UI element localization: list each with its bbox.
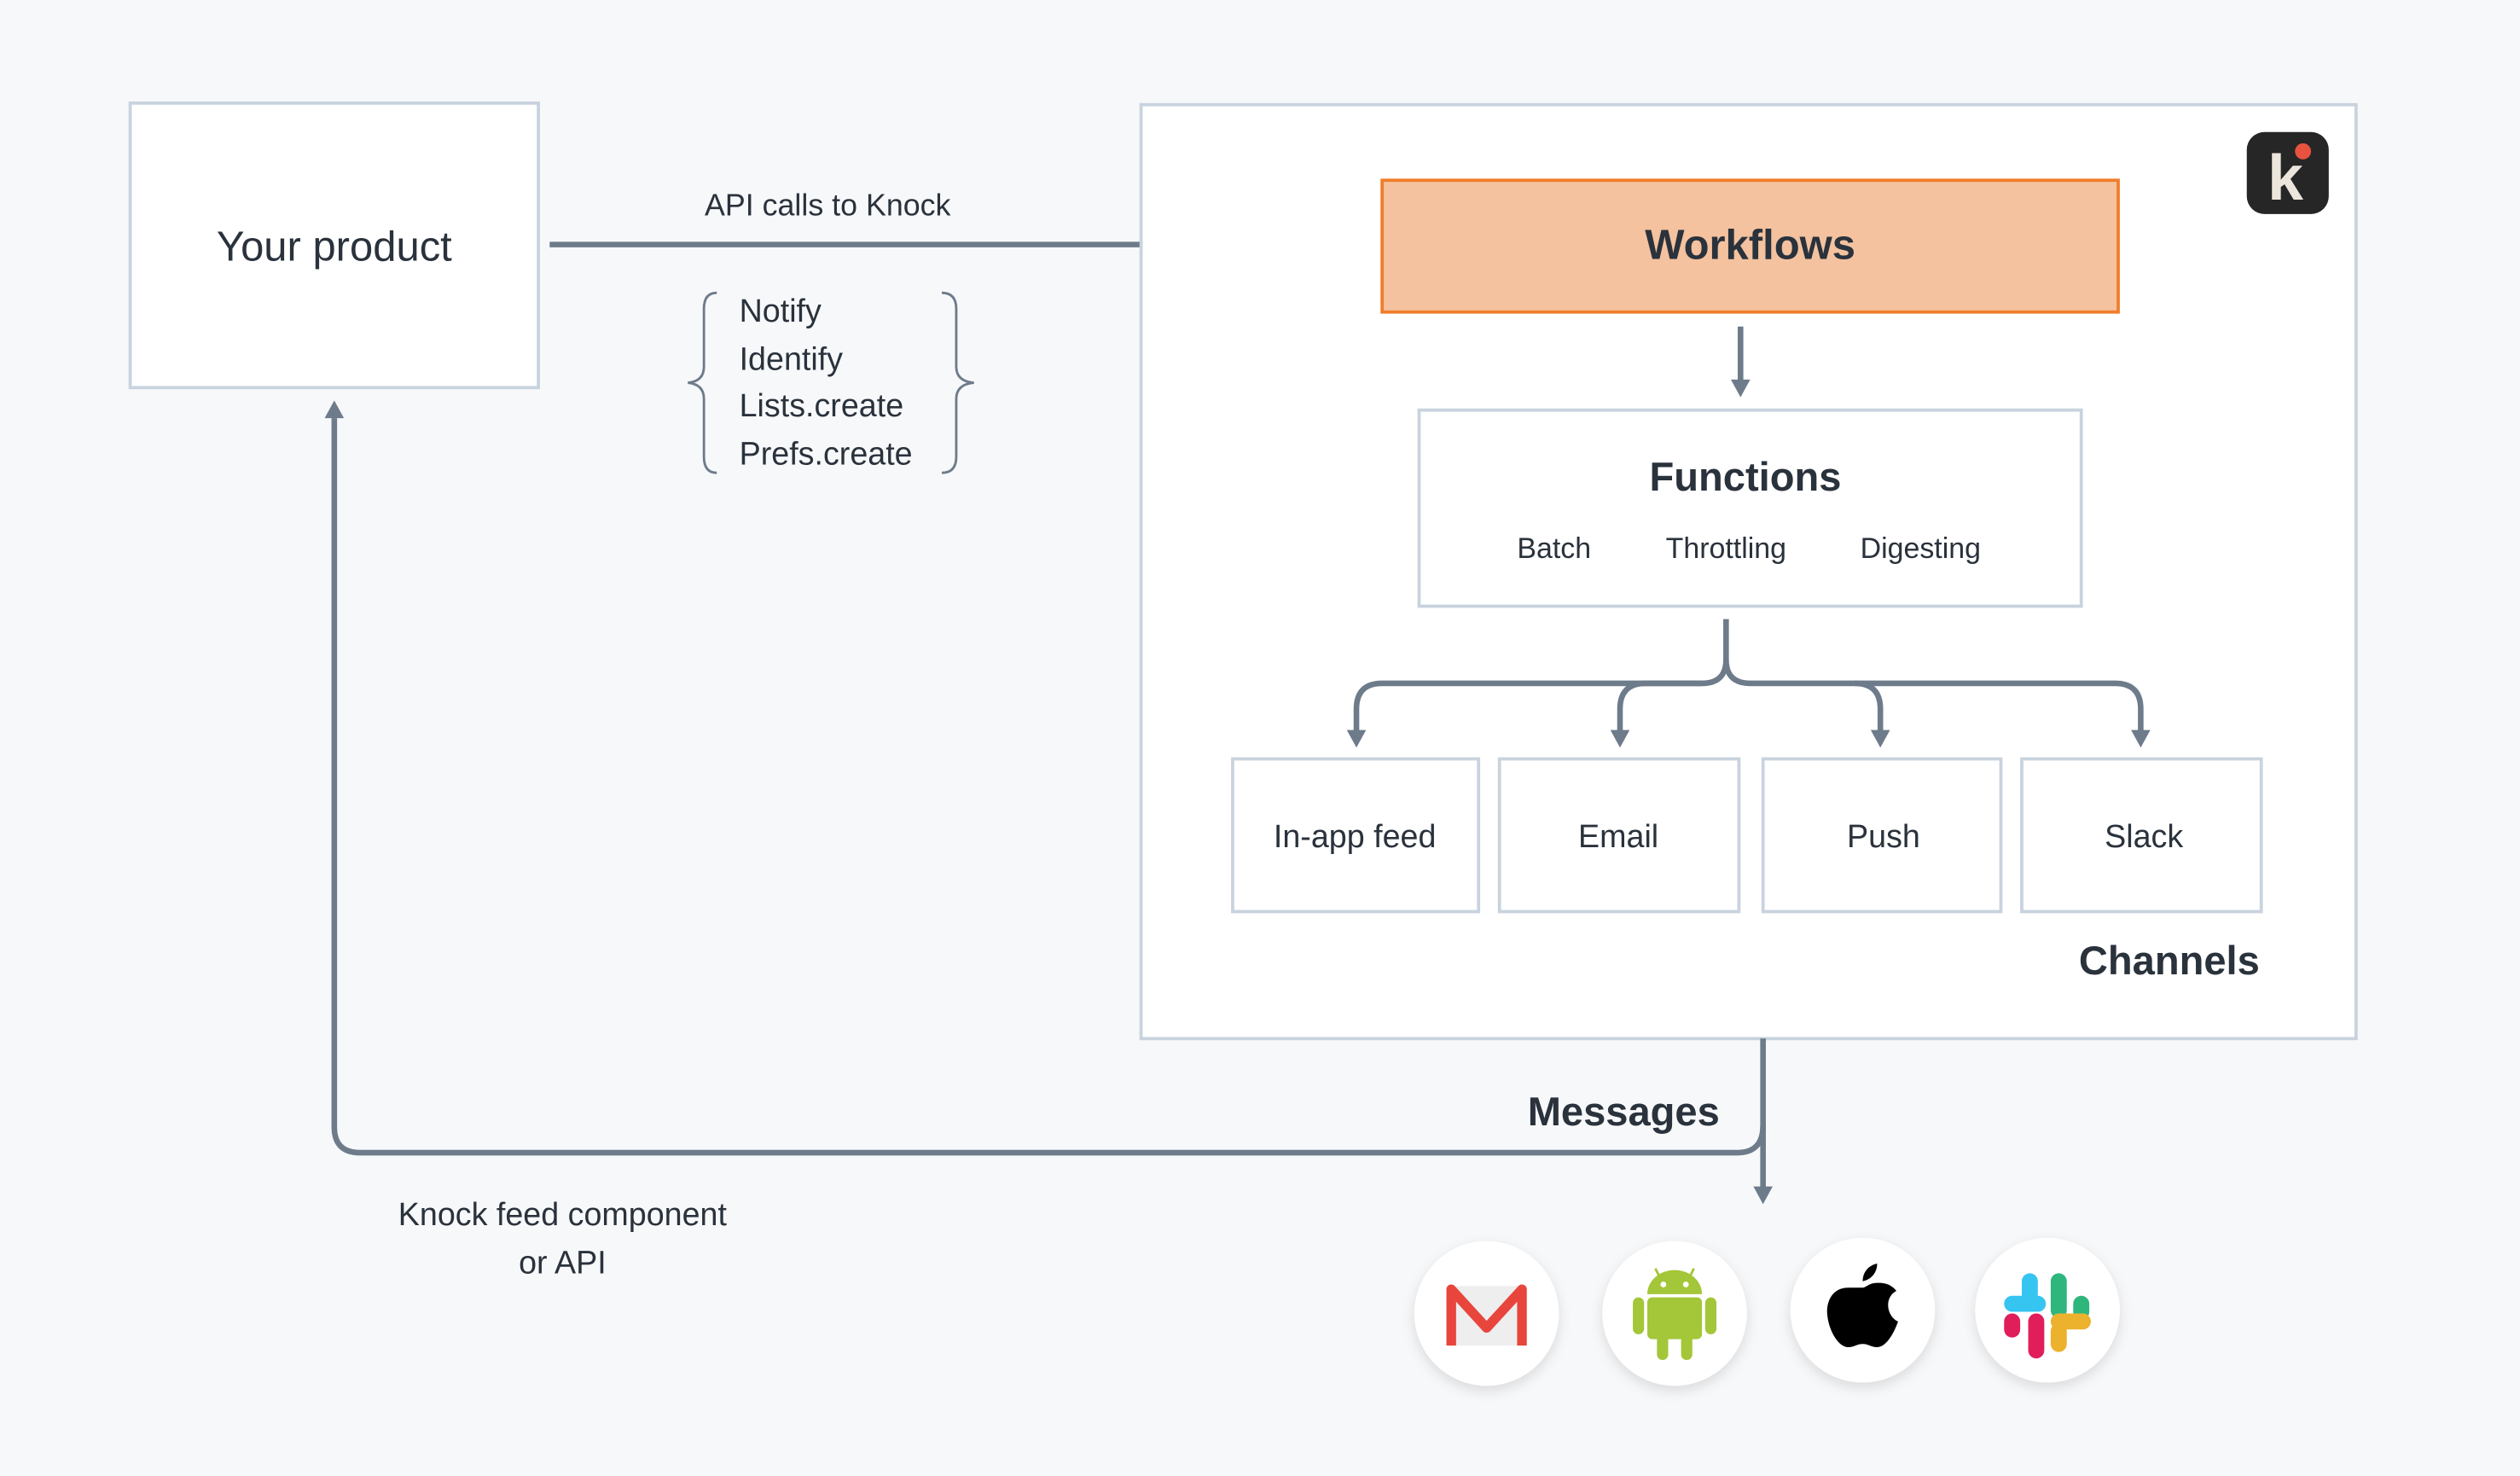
channel-label: Email <box>1578 818 1658 854</box>
android-icon <box>1602 1241 1747 1386</box>
channel-label: Slack <box>2105 818 2183 854</box>
workflows-label: Workflows <box>1645 223 1855 269</box>
channel-email: Email <box>1497 757 1741 914</box>
gmail-icon <box>1414 1241 1559 1386</box>
function-batch: Batch <box>1517 532 1591 565</box>
knock-logo: k <box>2246 131 2329 214</box>
channels-title: Channels <box>2079 938 2260 983</box>
functions-box: Functions Batch Throttling Digesting <box>1417 408 2083 608</box>
api-call-identify: Identify <box>740 341 844 377</box>
feed-label-line2: or API <box>519 1244 607 1280</box>
channel-label: In-app feed <box>1274 818 1437 854</box>
slack-icon <box>1975 1237 2120 1383</box>
channel-in-app-feed: In-app feed <box>1231 757 1481 914</box>
functions-title: Functions <box>1649 454 1841 499</box>
function-digesting: Digesting <box>1861 532 1981 565</box>
messages-label: Messages <box>1528 1089 1720 1134</box>
api-call-lists-create: Lists.create <box>740 387 904 423</box>
api-calls-label: API calls to Knock <box>705 189 950 223</box>
feed-label-line1: Knock feed component <box>398 1196 728 1232</box>
channel-push: Push <box>1761 757 2003 914</box>
your-product-label: Your product <box>217 224 452 270</box>
workflows-box: Workflows <box>1380 178 2120 314</box>
knock-architecture-diagram: Your product API calls to Knock Notify I… <box>0 0 2520 1476</box>
channel-slack: Slack <box>2020 757 2263 914</box>
function-throttling: Throttling <box>1666 532 1786 565</box>
api-call-notify: Notify <box>740 293 822 328</box>
apple-icon <box>1790 1237 1936 1383</box>
channel-label: Push <box>1847 818 1920 854</box>
api-call-prefs-create: Prefs.create <box>740 436 913 472</box>
your-product-box: Your product <box>128 101 540 390</box>
